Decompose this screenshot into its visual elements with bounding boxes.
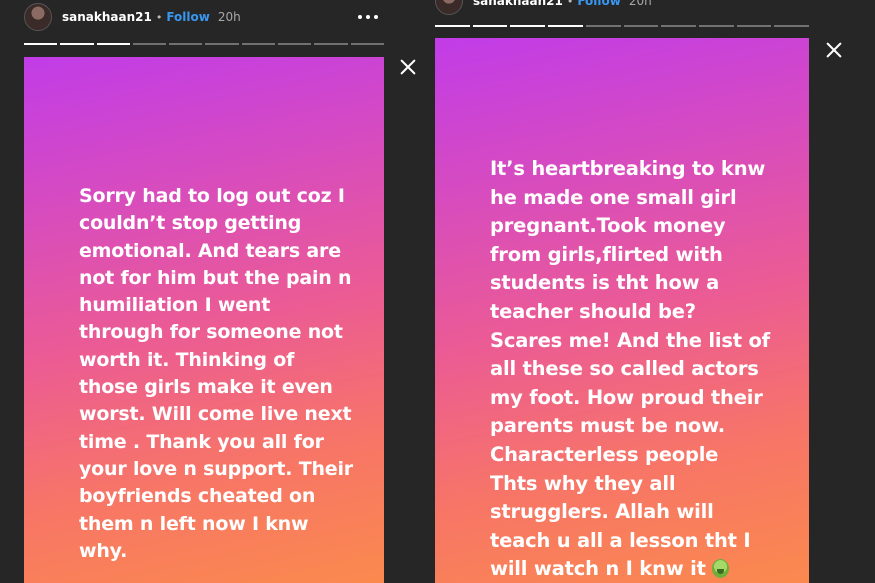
separator-dot: • xyxy=(155,10,163,24)
story-text: It’s heartbreaking to knw he made one sma… xyxy=(490,155,790,583)
progress-segment xyxy=(548,25,583,27)
progress-segment xyxy=(278,43,312,45)
story-left: sanakhaan21 • Follow 20h Sorry had to lo… xyxy=(24,0,384,583)
story-text-line: time . Thank you all for xyxy=(79,430,324,453)
more-options-icon[interactable] xyxy=(358,9,378,25)
story-text-line: from girls,flirted with xyxy=(490,242,723,266)
story-text-line: humiliation I went xyxy=(79,294,271,317)
follow-button[interactable]: Follow xyxy=(577,0,621,8)
story-viewer: sanakhaan21 • Follow 20h Sorry had to lo… xyxy=(0,0,875,583)
progress-segment xyxy=(314,43,348,45)
story-text-line: through for someone not xyxy=(79,321,343,344)
story-text-line: will watch n I knw it xyxy=(490,555,790,583)
username[interactable]: sanakhaan21 xyxy=(473,0,563,8)
story-text-line: he made one small girl xyxy=(490,185,737,209)
story-text-line: those girls make it even xyxy=(79,376,333,399)
progress-segment xyxy=(241,43,276,45)
story-text-line: all these so called actors xyxy=(490,357,759,381)
story-text-line: Thts why they all xyxy=(490,471,676,495)
progress-segment xyxy=(132,43,167,45)
story-card[interactable]: Sorry had to log out coz I couldn’t stop … xyxy=(24,57,384,583)
story-text-line: emotional. And tears are xyxy=(79,239,341,262)
progress-segment xyxy=(435,25,470,27)
story-text-line: boyfriends cheated on xyxy=(79,485,316,508)
story-text-line: parents must be now. xyxy=(490,414,725,438)
progress-segment xyxy=(510,25,546,27)
nauseated-face-icon xyxy=(711,559,729,579)
progress-segment xyxy=(60,43,94,45)
story-text-line: Scares me! And the list of xyxy=(490,328,770,352)
story-progress-bar xyxy=(435,25,810,27)
close-icon[interactable] xyxy=(399,58,417,76)
story-header: sanakhaan21 • Follow 20h xyxy=(435,0,809,16)
progress-segment xyxy=(96,43,130,45)
avatar[interactable] xyxy=(435,0,463,15)
story-text-line: teacher should be? xyxy=(490,299,696,323)
progress-segment xyxy=(205,43,239,45)
progress-segment xyxy=(661,25,696,27)
story-text-line: Characterless people xyxy=(490,442,719,466)
avatar[interactable] xyxy=(24,3,52,31)
story-text-line: Sorry had to log out coz I xyxy=(79,185,345,207)
follow-button[interactable]: Follow xyxy=(166,10,210,24)
story-card[interactable]: It’s heartbreaking to knw he made one sma… xyxy=(435,38,809,583)
progress-segment xyxy=(24,43,58,45)
progress-segment xyxy=(472,25,508,27)
story-text-line: strugglers. Allah will xyxy=(490,500,714,524)
story-text-line: It’s heartbreaking to knw xyxy=(490,157,766,180)
story-text-line: worth it. Thinking of xyxy=(79,348,295,371)
progress-segment xyxy=(736,25,772,27)
story-text-line: teach u all a lesson tht I xyxy=(490,528,751,552)
close-icon[interactable] xyxy=(825,41,843,59)
progress-segment xyxy=(774,25,810,27)
story-text-line: my foot. How proud their xyxy=(490,385,763,409)
story-text: Sorry had to log out coz I couldn’t stop … xyxy=(79,183,369,565)
username[interactable]: sanakhaan21 xyxy=(62,10,152,24)
progress-segment xyxy=(623,25,659,27)
progress-segment xyxy=(350,43,384,45)
story-text-line: pregnant.Took money xyxy=(490,214,726,238)
progress-segment xyxy=(169,43,203,45)
story-text-line: not for him but the pain n xyxy=(79,266,352,289)
story-text-line: your love n support. Their xyxy=(79,457,353,480)
progress-segment xyxy=(585,25,621,27)
story-text-line: why. xyxy=(79,539,128,562)
story-progress-bar xyxy=(24,43,384,45)
progress-segment xyxy=(698,25,734,27)
story-header: sanakhaan21 • Follow 20h xyxy=(24,2,384,32)
post-time: 20h xyxy=(217,10,241,24)
story-text-line: students is tht how a xyxy=(490,271,720,295)
story-text-line: couldn’t stop getting xyxy=(79,212,302,235)
separator-dot: • xyxy=(566,0,574,8)
story-text-line: worst. Will come live next xyxy=(79,403,352,426)
story-text-line: them n left now I knw xyxy=(79,512,309,535)
post-time: 20h xyxy=(628,0,652,8)
story-right: sanakhaan21 • Follow 20h It’s heartbreak… xyxy=(435,0,810,583)
